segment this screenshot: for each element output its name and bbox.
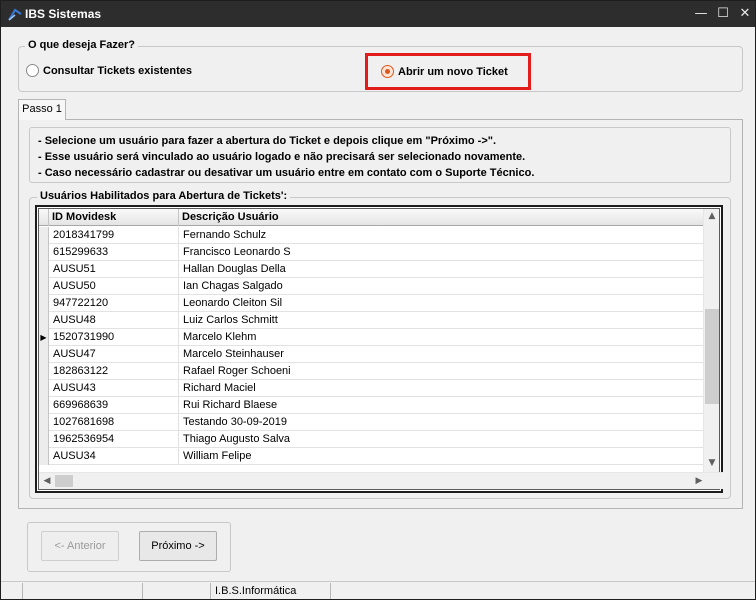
cell-id[interactable]: 669968639 xyxy=(49,397,179,414)
cell-id[interactable]: 615299633 xyxy=(49,244,179,261)
row-indicator[interactable] xyxy=(39,278,49,295)
row-indicator[interactable] xyxy=(39,448,49,465)
minimize-icon[interactable]: — xyxy=(691,4,711,24)
table-row[interactable]: AUSU34 William Felipe xyxy=(39,448,707,465)
users-group-legend: Usuários Habilitados para Abertura de Ti… xyxy=(37,190,291,202)
table-row[interactable]: 1027681698 Testando 30-09-2019 xyxy=(39,414,707,431)
row-indicator[interactable] xyxy=(39,397,49,414)
instructions-box: - Selecione um usuário para fazer a aber… xyxy=(29,127,731,183)
radio-consult-tickets[interactable]: Consultar Tickets existentes xyxy=(26,64,192,77)
table-row[interactable]: AUSU51 Hallan Douglas Della xyxy=(39,261,707,278)
scroll-left-icon[interactable]: ◀ xyxy=(39,476,55,486)
row-indicator[interactable] xyxy=(39,414,49,431)
scroll-down-icon[interactable]: ▼ xyxy=(704,458,720,468)
previous-button[interactable]: <- Anterior xyxy=(41,531,119,561)
cell-description[interactable]: William Felipe xyxy=(179,448,707,465)
status-cell xyxy=(143,583,211,599)
cell-description[interactable]: Testando 30-09-2019 xyxy=(179,414,707,431)
maximize-icon[interactable]: ☐ xyxy=(713,4,733,24)
table-row[interactable]: 2018341799 Fernando Schulz xyxy=(39,227,707,244)
cell-id[interactable]: 1962536954 xyxy=(49,431,179,448)
row-indicator[interactable] xyxy=(39,346,49,363)
cell-description[interactable]: Thiago Augusto Salva xyxy=(179,431,707,448)
radio-consult-icon[interactable] xyxy=(26,64,39,77)
grid-header: ID Movidesk Descrição Usuário xyxy=(39,209,707,226)
row-indicator[interactable] xyxy=(39,380,49,397)
cell-id[interactable]: 1027681698 xyxy=(49,414,179,431)
cell-description[interactable]: Ian Chagas Salgado xyxy=(179,278,707,295)
row-indicator[interactable] xyxy=(39,295,49,312)
row-indicator[interactable] xyxy=(39,261,49,278)
next-button[interactable]: Próximo -> xyxy=(139,531,217,561)
cell-description[interactable]: Marcelo Klehm xyxy=(179,329,707,346)
users-grid[interactable]: ID Movidesk Descrição Usuário 2018341799… xyxy=(35,205,723,493)
table-row[interactable]: AUSU43 Richard Maciel xyxy=(39,380,707,397)
cell-description[interactable]: Rafael Roger Schoeni xyxy=(179,363,707,380)
cell-id[interactable]: AUSU34 xyxy=(49,448,179,465)
row-indicator[interactable] xyxy=(39,312,49,329)
vertical-scroll-thumb[interactable] xyxy=(705,309,719,404)
instruction-line: - Selecione um usuário para fazer a aber… xyxy=(38,135,497,147)
table-row[interactable]: AUSU47 Marcelo Steinhauser xyxy=(39,346,707,363)
app-icon xyxy=(8,8,22,21)
cell-description[interactable]: Francisco Leonardo S xyxy=(179,244,707,261)
instruction-line: - Esse usuário será vinculado ao usuário… xyxy=(38,151,526,163)
cell-id[interactable]: AUSU43 xyxy=(49,380,179,397)
cell-description[interactable]: Leonardo Cleiton Sil xyxy=(179,295,707,312)
title-bar[interactable]: IBS Sistemas — ☐ ✕ xyxy=(1,1,755,27)
window-title: IBS Sistemas xyxy=(25,7,102,21)
horizontal-scrollbar[interactable]: ◀ ▶ xyxy=(39,472,723,489)
radio-consult-label[interactable]: Consultar Tickets existentes xyxy=(43,65,192,77)
table-row[interactable]: 669968639 Rui Richard Blaese xyxy=(39,397,707,414)
cell-id[interactable]: 2018341799 xyxy=(49,227,179,244)
row-indicator[interactable] xyxy=(39,227,49,244)
status-cell xyxy=(1,583,23,599)
table-row[interactable]: 615299633 Francisco Leonardo S xyxy=(39,244,707,261)
cell-id[interactable]: 182863122 xyxy=(49,363,179,380)
table-row[interactable]: AUSU48 Luiz Carlos Schmitt xyxy=(39,312,707,329)
vertical-scrollbar[interactable]: ▲ ▼ xyxy=(703,209,719,472)
cell-description[interactable]: Marcelo Steinhauser xyxy=(179,346,707,363)
cell-id[interactable]: AUSU50 xyxy=(49,278,179,295)
table-row[interactable]: 1962536954 Thiago Augusto Salva xyxy=(39,431,707,448)
scroll-right-icon[interactable]: ▶ xyxy=(691,476,707,486)
row-indicator[interactable] xyxy=(39,363,49,380)
action-group-legend: O que deseja Fazer? xyxy=(25,39,138,51)
navigation-group: <- Anterior Próximo -> xyxy=(27,522,231,572)
cell-id[interactable]: 947722120 xyxy=(49,295,179,312)
status-bar: I.B.S.Informática xyxy=(1,581,755,599)
status-company: I.B.S.Informática xyxy=(211,583,331,599)
horizontal-scroll-thumb[interactable] xyxy=(55,475,73,487)
table-row[interactable]: AUSU50 Ian Chagas Salgado xyxy=(39,278,707,295)
table-row[interactable]: 182863122 Rafael Roger Schoeni xyxy=(39,363,707,380)
cell-description[interactable]: Luiz Carlos Schmitt xyxy=(179,312,707,329)
scroll-up-icon[interactable]: ▲ xyxy=(704,211,720,221)
table-row[interactable]: ▶ 1520731990 Marcelo Klehm xyxy=(39,329,707,346)
highlight-box xyxy=(365,53,531,90)
cell-description[interactable]: Rui Richard Blaese xyxy=(179,397,707,414)
close-icon[interactable]: ✕ xyxy=(735,4,755,24)
column-header-id[interactable]: ID Movidesk xyxy=(49,209,179,226)
main-window: IBS Sistemas — ☐ ✕ O que deseja Fazer? C… xyxy=(0,0,756,600)
row-indicator[interactable] xyxy=(39,431,49,448)
row-indicator[interactable]: ▶ xyxy=(39,329,49,346)
instruction-line: - Caso necessário cadastrar ou desativar… xyxy=(38,167,535,179)
row-indicator[interactable] xyxy=(39,244,49,261)
cell-description[interactable]: Hallan Douglas Della xyxy=(179,261,707,278)
cell-description[interactable]: Richard Maciel xyxy=(179,380,707,397)
tab-passo-1[interactable]: Passo 1 xyxy=(18,99,66,120)
column-header-description[interactable]: Descrição Usuário xyxy=(179,209,707,226)
cell-id[interactable]: AUSU51 xyxy=(49,261,179,278)
cell-id[interactable]: AUSU48 xyxy=(49,312,179,329)
status-cell xyxy=(23,583,143,599)
header-indicator xyxy=(39,209,49,226)
cell-description[interactable]: Fernando Schulz xyxy=(179,227,707,244)
table-row[interactable]: 947722120 Leonardo Cleiton Sil xyxy=(39,295,707,312)
cell-id[interactable]: 1520731990 xyxy=(49,329,179,346)
cell-id[interactable]: AUSU47 xyxy=(49,346,179,363)
